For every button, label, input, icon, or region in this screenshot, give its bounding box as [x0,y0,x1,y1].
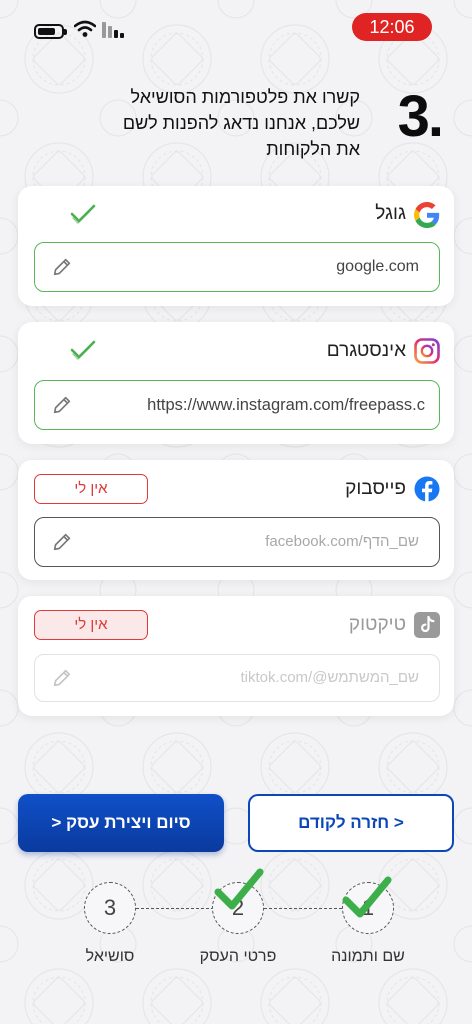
step-1-check-icon [342,876,392,918]
pencil-icon[interactable] [51,531,73,553]
instagram-card: אינסטגרם https://www.instagram.com/freep… [18,322,454,444]
tiktok-icon [414,612,440,638]
google-card: גוגל google.com [18,186,454,306]
status-bar: 12:06 [0,0,472,56]
tiktok-card: טיקטוק אין לי tiktok.com/@שם_המשתמש [18,596,454,716]
step-2-check-icon [214,868,264,910]
instagram-url-value: https://www.instagram.com/freepass.c [147,396,425,414]
step-connector [264,908,342,909]
pencil-icon[interactable] [51,667,73,689]
step-heading: .3 קשרו את פלטפורמות הסושיאל שלכם, אנחנו… [30,84,444,164]
no-account-button[interactable]: אין לי [34,610,148,640]
time-badge: 12:06 [352,13,432,41]
step-2-label: פרטי העסק [199,948,277,965]
instagram-label: אינסטגרם [326,340,406,361]
step-3-label: סושיאל [85,948,135,965]
heading-text: קשרו את פלטפורמות הסושיאל שלכם, אנחנו נד… [122,87,360,159]
check-icon [70,340,96,360]
progress-stepper: 3 2 1 סושיאל פרטי העסק שם ותמונה [0,868,472,982]
facebook-url-placeholder: facebook.com/שם_הדף [265,533,419,550]
battery-icon [34,24,64,39]
step-number: .3 [397,84,444,149]
instagram-icon [414,338,440,364]
step-connector [136,908,214,909]
check-icon [70,204,96,224]
signal-icon [102,22,124,38]
tiktok-url-input[interactable]: tiktok.com/@שם_המשתמש [34,654,440,702]
facebook-icon [414,476,440,502]
google-label: גוגל [375,203,406,224]
finish-create-business-button[interactable]: סיום ויצירת עסק < [18,794,224,852]
tiktok-url-placeholder: tiktok.com/@שם_המשתמש [240,669,419,686]
step-3-circle: 3 [84,882,136,934]
google-icon [414,202,440,228]
pencil-icon[interactable] [51,256,73,278]
step-1-label: שם ותמונה [331,948,405,965]
google-url-value: google.com [336,258,419,275]
back-button[interactable]: < חזרה לקודם [248,794,454,852]
tiktok-label: טיקטוק [348,614,406,635]
wifi-icon [74,20,96,37]
no-account-button[interactable]: אין לי [34,474,148,504]
google-url-input[interactable]: google.com [34,242,440,292]
facebook-label: פייסבוק [345,478,406,499]
facebook-url-input[interactable]: facebook.com/שם_הדף [34,517,440,567]
facebook-card: פייסבוק אין לי facebook.com/שם_הדף [18,460,454,580]
pencil-icon[interactable] [51,394,73,416]
instagram-url-input[interactable]: https://www.instagram.com/freepass.c [34,380,440,430]
